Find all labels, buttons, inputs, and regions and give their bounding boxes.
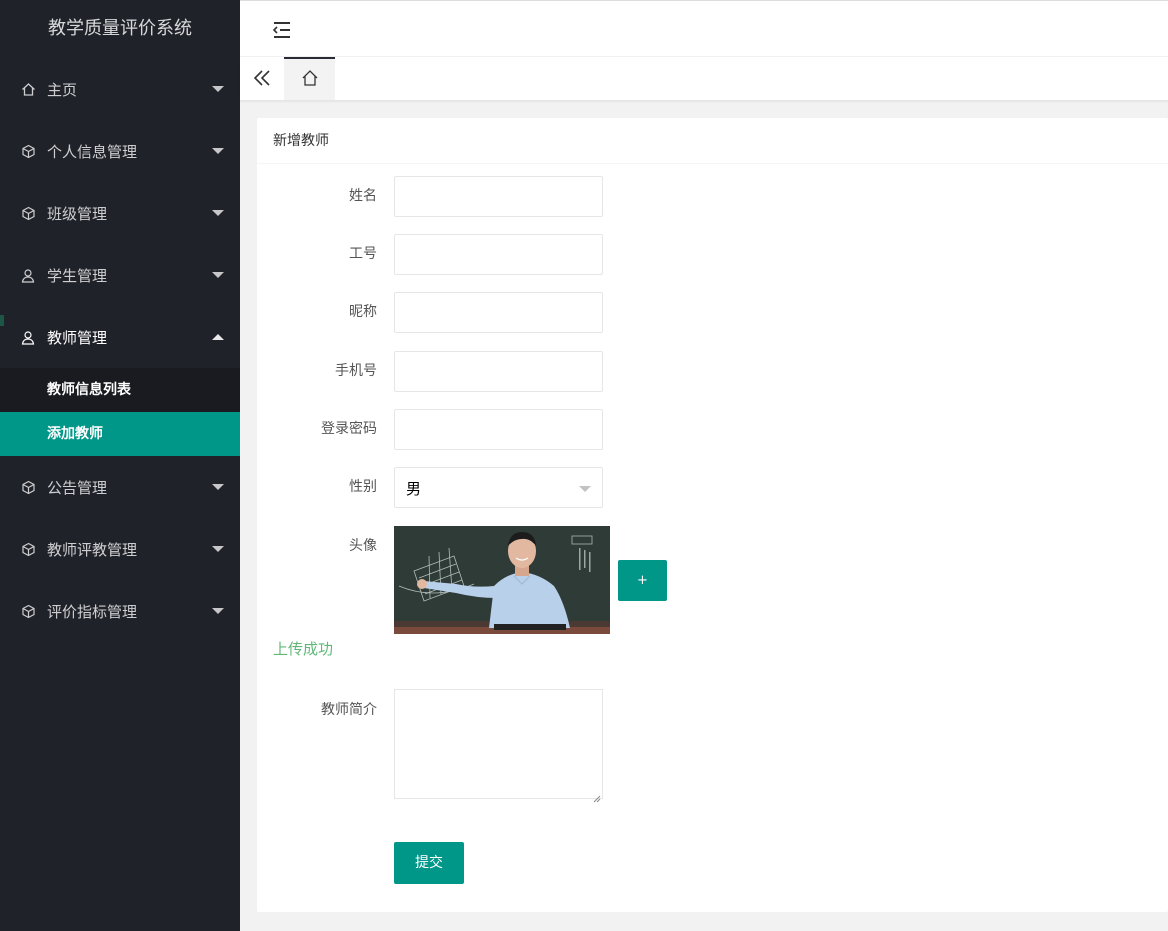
card-title: 新增教师 [257,118,1168,164]
home-icon [301,69,319,91]
caret-down-icon [212,210,224,216]
bio-textarea[interactable] [394,689,603,799]
caret-down-icon [212,272,224,278]
user-icon [20,267,36,283]
cube-icon [20,143,36,159]
phone-input[interactable] [394,351,603,392]
name-input[interactable] [394,176,603,217]
caret-down-icon [212,86,224,92]
cube-icon [20,603,36,619]
caret-down-icon [212,608,224,614]
caret-up-icon [212,334,224,340]
phone-label: 手机号 [335,363,377,379]
sidebar-item-label: 个人信息管理 [47,142,138,161]
cube-icon [20,541,36,557]
name-label: 姓名 [349,188,377,204]
avatar-label: 头像 [349,538,377,554]
caret-down-icon [212,148,224,154]
resize-grip-icon[interactable] [592,788,601,803]
app-title: 教学质量评价系统 [48,18,192,39]
sidebar-subitem-teacher-list[interactable]: 教师信息列表 [0,368,240,412]
sidebar-item-profile[interactable]: 个人信息管理 [0,120,240,182]
sidebar-item-home[interactable]: 主页 [0,58,240,120]
tab-bar [240,57,1168,101]
sidebar-item-class[interactable]: 班级管理 [0,182,240,244]
home-icon [20,81,36,97]
user-icon [20,329,36,345]
submit-button[interactable]: 提交 [394,842,464,884]
dropdown-arrow-icon [579,486,591,492]
gender-select[interactable]: 男 [394,467,603,508]
sidebar-item-label: 主页 [47,80,78,99]
add-teacher-card: 新增教师 姓名 工号 昵称 手机号 登录密码 性别 男 头像 + 上传成功 教师… [257,118,1168,912]
sidebar-item-label: 评价指标管理 [47,602,138,621]
sidebar-item-label: 教师评教管理 [47,540,138,559]
sidebar-item-evaluation[interactable]: 教师评教管理 [0,518,240,580]
nickname-input[interactable] [394,292,603,333]
sidebar-item-label: 学生管理 [47,266,108,285]
sidebar-item-label: 班级管理 [47,204,108,223]
tab-home[interactable] [284,57,335,100]
upload-status-text: 上传成功 [273,640,334,658]
job-number-label: 工号 [349,246,377,262]
caret-down-icon [212,546,224,552]
double-chevron-left-icon[interactable] [250,67,274,91]
cube-icon [20,479,36,495]
bio-label: 教师简介 [321,702,377,718]
menu-fold-icon[interactable] [272,21,292,39]
upload-avatar-button[interactable]: + [618,560,667,601]
top-header [240,0,1168,57]
sidebar-subitem-add-teacher[interactable]: 添加教师 [0,412,240,456]
password-input[interactable] [394,409,603,450]
sidebar-submenu: 教师信息列表 添加教师 [0,368,240,456]
password-label: 登录密码 [321,421,377,437]
sidebar-item-label: 公告管理 [47,478,108,497]
sidebar-item-announcements[interactable]: 公告管理 [0,456,240,518]
cube-icon [20,205,36,221]
sidebar-item-teachers[interactable]: 教师管理 [0,306,240,368]
gender-label: 性别 [349,479,377,495]
avatar-preview-image [394,526,610,634]
nickname-label: 昵称 [349,304,377,320]
sidebar-item-students[interactable]: 学生管理 [0,244,240,306]
job-number-input[interactable] [394,234,603,275]
caret-down-icon [212,484,224,490]
gender-select-value: 男 [406,480,422,498]
sidebar-item-indicators[interactable]: 评价指标管理 [0,580,240,642]
sidebar-item-label: 教师管理 [47,328,108,347]
sidebar: 教学质量评价系统 主页 个人信息管理 班级管理 学生管理 教师管理 教师信息列表… [0,0,240,931]
